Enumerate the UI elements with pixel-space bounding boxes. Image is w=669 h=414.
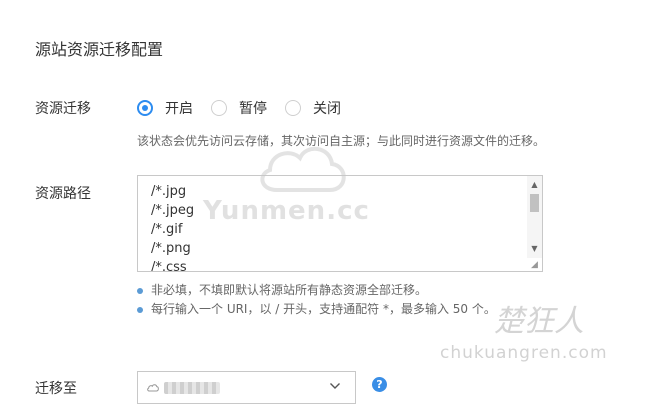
radio-option-pause[interactable]: 暂停	[211, 98, 267, 118]
watermark-url: chukuangren.com	[440, 343, 608, 363]
chevron-down-icon	[330, 383, 340, 389]
radio-option-close[interactable]: 关闭	[285, 98, 341, 118]
radio-button[interactable]	[137, 100, 153, 116]
path-line: /*.jpg	[151, 184, 187, 199]
radio-button[interactable]	[211, 100, 227, 116]
migration-label: 资源迁移	[35, 101, 91, 117]
radio-label: 关闭	[313, 101, 341, 117]
radio-button[interactable]	[285, 100, 301, 116]
migration-hint: 该状态会优先访问云存储，其次访问自主源；与此同时进行资源文件的迁移。	[137, 134, 546, 148]
path-line: /*.png	[151, 241, 191, 256]
select-value-redacted	[164, 382, 220, 394]
note-item: 每行输入一个 URI，以 / 开头，支持通配符 *，最多输入 50 个。	[137, 300, 537, 319]
target-select[interactable]	[137, 371, 356, 404]
scroll-down-icon[interactable]: ▼	[527, 242, 542, 256]
radio-label: 开启	[165, 101, 193, 117]
scroll-up-icon[interactable]: ▲	[527, 178, 542, 192]
paths-notes: 非必填，不填即默认将源站所有静态资源全部迁移。 每行输入一个 URI，以 / 开…	[137, 281, 537, 319]
radio-option-enable[interactable]: 开启	[137, 98, 193, 118]
migration-radio-group: 开启 暂停 关闭	[137, 98, 359, 118]
question-icon[interactable]: ?	[372, 377, 387, 392]
target-label: 迁移至	[35, 381, 77, 397]
bullet-icon	[137, 307, 143, 313]
note-item: 非必填，不填即默认将源站所有静态资源全部迁移。	[137, 281, 537, 300]
resize-grip-icon[interactable]: ◢	[531, 260, 541, 270]
cloud-icon	[147, 384, 159, 392]
note-text: 每行输入一个 URI，以 / 开头，支持通配符 *，最多输入 50 个。	[151, 302, 496, 316]
textarea-content: /*.jpg /*.jpeg /*.gif /*.png /*.css	[151, 182, 195, 272]
paths-textarea[interactable]: /*.jpg /*.jpeg /*.gif /*.png /*.css ▲ ▼ …	[137, 175, 543, 272]
path-line: /*.css	[151, 260, 187, 272]
paths-label: 资源路径	[35, 186, 91, 202]
scroll-thumb[interactable]	[530, 194, 539, 212]
radio-label: 暂停	[239, 101, 267, 117]
bullet-icon	[137, 288, 143, 294]
path-line: /*.jpeg	[151, 203, 195, 218]
note-text: 非必填，不填即默认将源站所有静态资源全部迁移。	[151, 283, 428, 297]
path-line: /*.gif	[151, 222, 183, 237]
page-title: 源站资源迁移配置	[35, 40, 164, 59]
